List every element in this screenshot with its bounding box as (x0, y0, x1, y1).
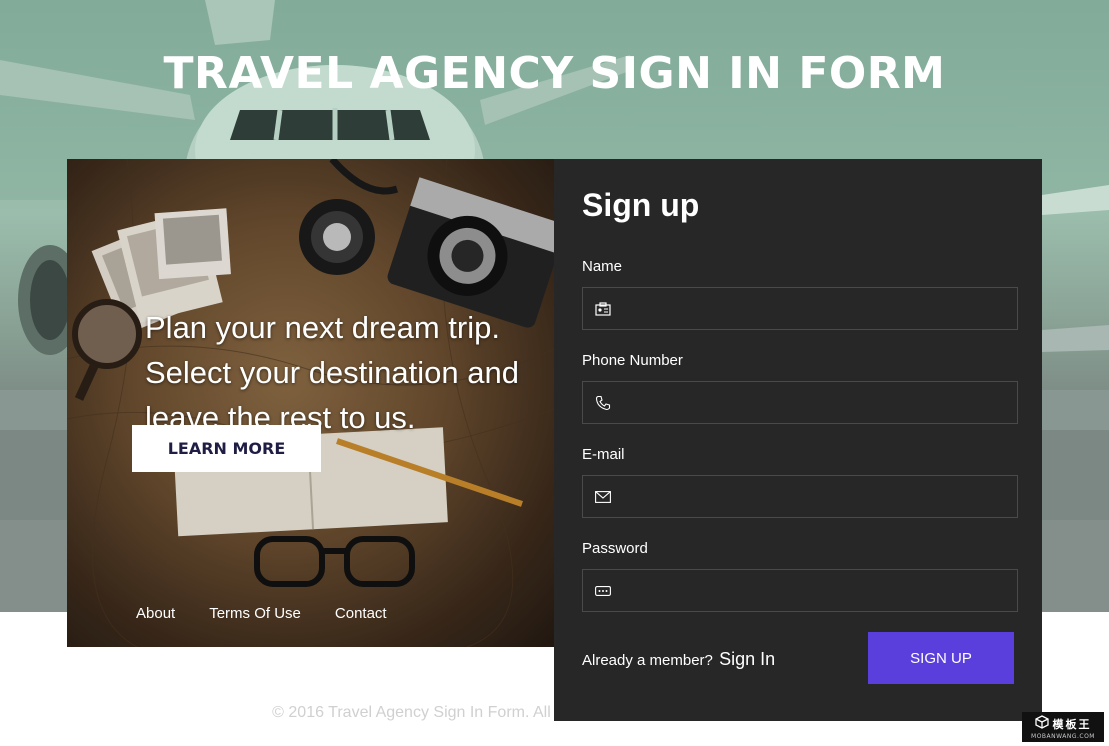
watermark-cn-text: 模板王 (1052, 717, 1092, 731)
member-text: Already a member? (582, 652, 713, 669)
name-label: Name (582, 258, 623, 275)
sign-in-link[interactable]: Sign In (719, 649, 775, 669)
phone-icon (583, 382, 623, 423)
promo-tagline: Plan your next dream trip. Select your d… (145, 310, 519, 435)
password-dots-icon (583, 570, 623, 611)
promo-links: About Terms Of Use Contact (136, 605, 387, 622)
email-field (582, 475, 1018, 518)
promo-panel: Plan your next dream trip. Select your d… (67, 159, 554, 647)
sign-up-button[interactable]: SIGN UP (868, 632, 1014, 684)
terms-of-use-link[interactable]: Terms Of Use (209, 605, 301, 622)
about-link[interactable]: About (136, 605, 175, 622)
id-card-icon (583, 288, 623, 329)
signup-form-panel: Sign up Name Phone Number E-mail Passwor… (554, 159, 1042, 721)
form-heading: Sign up (582, 187, 700, 223)
contact-link[interactable]: Contact (335, 605, 387, 622)
name-field (582, 287, 1018, 330)
name-input[interactable] (623, 288, 1017, 329)
phone-field (582, 381, 1018, 424)
email-label: E-mail (582, 446, 625, 463)
envelope-icon (583, 476, 623, 517)
member-prompt: Already a member? Sign In (582, 649, 775, 670)
password-label: Password (582, 540, 648, 557)
email-input[interactable] (623, 476, 1017, 517)
phone-label: Phone Number (582, 352, 683, 369)
page-title: TRAVEL AGENCY SIGN IN FORM (163, 48, 946, 99)
password-field (582, 569, 1018, 612)
phone-input[interactable] (623, 382, 1017, 423)
site-watermark: 模板王 MOBANWANG.COM (1022, 712, 1104, 742)
watermark-en-text: MOBANWANG.COM (1031, 733, 1095, 740)
cube-logo-icon (1034, 714, 1049, 733)
learn-more-button[interactable]: LEARN MORE (132, 425, 321, 472)
password-input[interactable] (623, 570, 1017, 611)
